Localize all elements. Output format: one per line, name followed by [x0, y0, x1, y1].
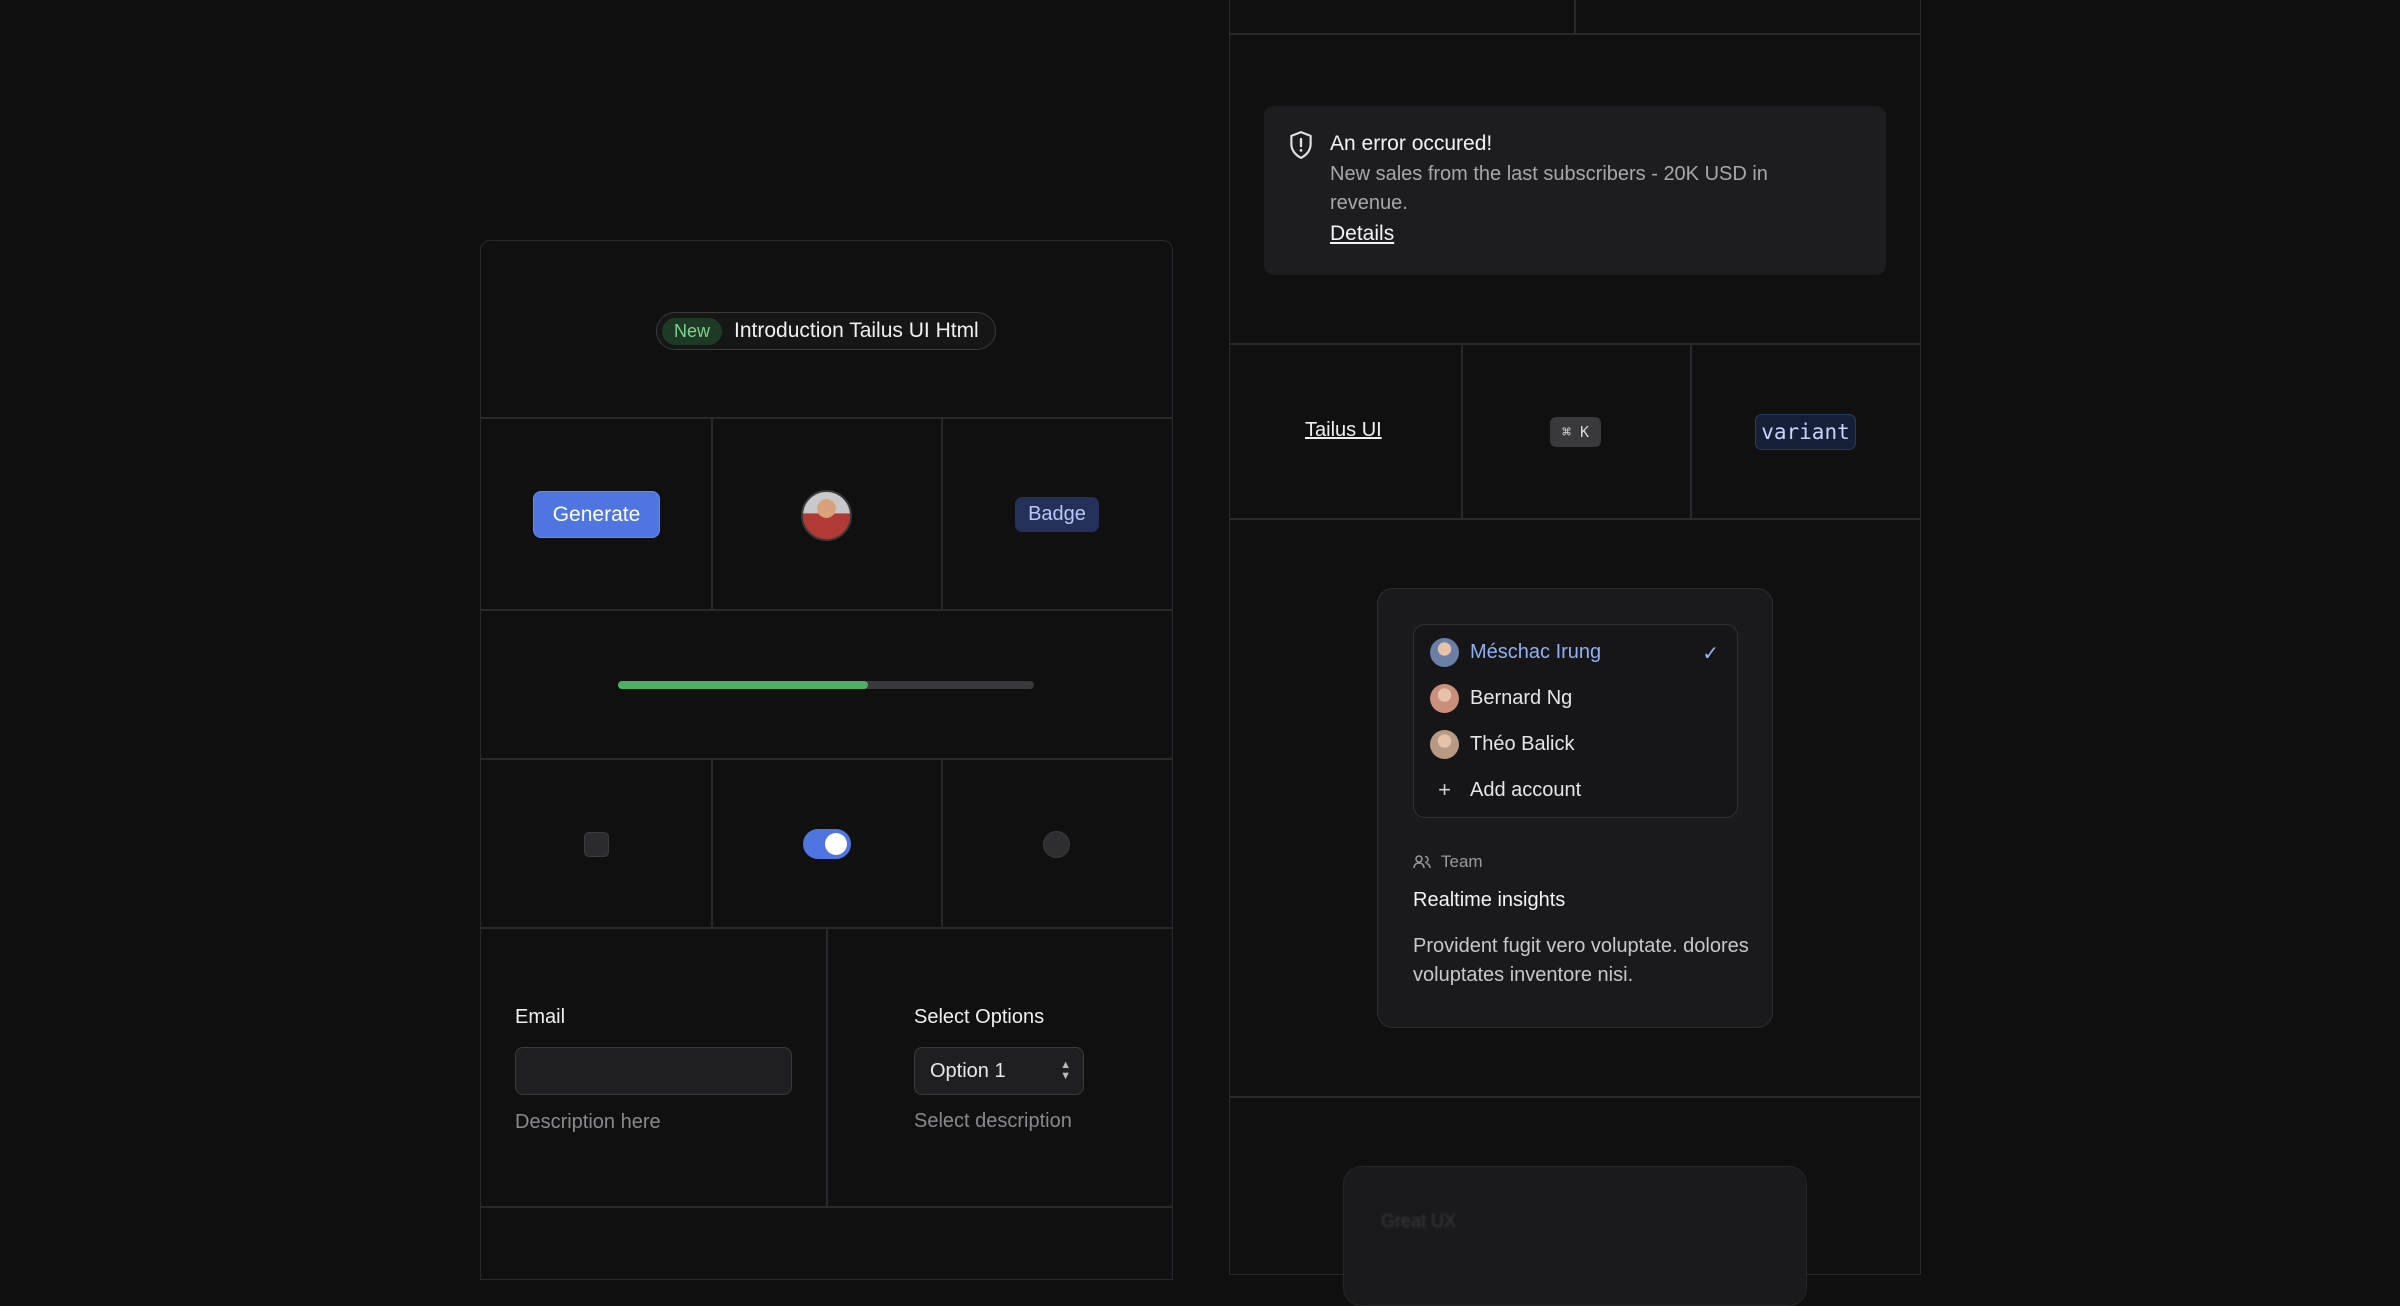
account-name: Bernard Ng: [1470, 686, 1573, 709]
radio-button[interactable]: [1043, 831, 1070, 858]
chevron-up-down-icon: ▲ ▼: [1060, 1059, 1071, 1082]
divider: [941, 417, 943, 609]
email-label: Email: [515, 1006, 566, 1028]
card-title: Realtime insights: [1413, 889, 1566, 911]
account-item[interactable]: Bernard Ng: [1414, 675, 1737, 721]
avatar: [1430, 683, 1459, 713]
divider: [480, 758, 1173, 760]
add-account-label: Add account: [1470, 778, 1582, 801]
progress-bar: [618, 681, 1034, 689]
card-description: Provident fugit vero voluptate. dolores …: [1413, 935, 1749, 986]
divider: [1690, 343, 1692, 518]
divider: [1229, 343, 1921, 345]
avatar: [1430, 637, 1459, 667]
team-label-row: Team: [1413, 852, 1483, 872]
account-switcher: Méschac Irung ✓ Bernard Ng Théo Balick +…: [1413, 624, 1738, 818]
email-field[interactable]: [515, 1047, 792, 1095]
toggle-switch[interactable]: [803, 829, 851, 859]
toggle-knob: [825, 833, 847, 855]
divider: [1574, 0, 1576, 33]
faded-card: Great UX: [1343, 1166, 1807, 1306]
account-card: Méschac Irung ✓ Bernard Ng Théo Balick +…: [1377, 588, 1773, 1028]
faded-card-label: Great UX: [1381, 1211, 1457, 1231]
checkbox[interactable]: [584, 832, 609, 857]
account-item[interactable]: Théo Balick: [1414, 721, 1737, 767]
check-icon: ✓: [1702, 643, 1719, 665]
divider: [1229, 1096, 1921, 1098]
avatar: [1430, 729, 1459, 759]
add-account-button[interactable]: + Add account: [1414, 767, 1737, 813]
details-link[interactable]: Details: [1330, 222, 1394, 246]
alert-title: An error occured!: [1330, 132, 1493, 155]
select-label: Select Options: [914, 1006, 1045, 1028]
error-alert: An error occured! New sales from the las…: [1264, 106, 1886, 275]
divider: [1461, 343, 1463, 518]
account-item[interactable]: Méschac Irung ✓: [1414, 629, 1737, 675]
keyboard-shortcut: ⌘ K: [1550, 417, 1601, 447]
avatar: [801, 490, 852, 541]
announcement-text: Introduction Tailus UI Html: [734, 319, 979, 342]
badge: Badge: [1015, 497, 1099, 532]
team-label: Team: [1441, 852, 1483, 871]
generate-button[interactable]: Generate: [533, 491, 660, 538]
announcement-pill[interactable]: New Introduction Tailus UI Html: [656, 312, 996, 350]
code-badge: variant: [1755, 414, 1856, 450]
options-select[interactable]: Option 1 ▲ ▼: [914, 1047, 1084, 1095]
account-name: Méschac Irung: [1470, 640, 1602, 663]
divider: [1229, 518, 1921, 520]
select-value: Option 1: [930, 1059, 1006, 1082]
divider: [480, 609, 1173, 611]
divider: [1229, 33, 1921, 35]
divider: [826, 927, 828, 1206]
select-description: Select description: [914, 1110, 1072, 1132]
new-tag: New: [662, 317, 723, 345]
divider: [480, 417, 1173, 419]
divider: [941, 758, 943, 927]
users-icon: [1413, 855, 1431, 869]
shield-alert-icon: [1290, 131, 1312, 159]
email-description: Description here: [515, 1111, 661, 1133]
plus-icon: +: [1438, 777, 1451, 802]
divider: [711, 417, 713, 609]
progress-fill: [618, 681, 868, 689]
tailus-link[interactable]: Tailus UI: [1305, 419, 1382, 442]
divider: [711, 758, 713, 927]
account-name: Théo Balick: [1470, 732, 1575, 755]
divider: [480, 1206, 1173, 1208]
alert-message: New sales from the last subscribers - 20…: [1330, 163, 1768, 214]
